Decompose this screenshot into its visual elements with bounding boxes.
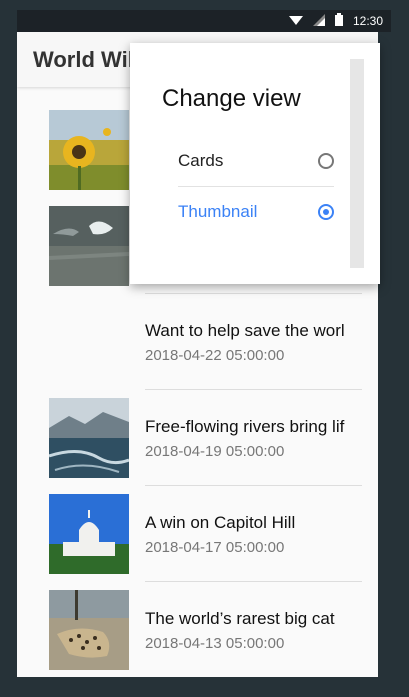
item-date: 2018-04-17 05:00:00	[145, 538, 285, 556]
item-title: Want to help save the world?	[145, 320, 345, 340]
list-item-text: Free-flowing rivers bring life 2018-04-1…	[145, 398, 345, 478]
item-title: A win on Capitol Hill	[145, 512, 296, 532]
list-divider	[145, 581, 362, 582]
option-thumbnail[interactable]: Thumbnail	[178, 187, 334, 237]
option-thumbnail-label: Thumbnail	[178, 202, 258, 221]
item-title: The world’s rarest big cat	[145, 608, 335, 628]
dialog-scrollbar[interactable]	[350, 59, 364, 268]
item-title: Free-flowing rivers bring life	[145, 416, 345, 436]
signal-icon	[312, 13, 325, 29]
list-item[interactable]: The world’s rarest big cat 2018-04-13 05…	[49, 590, 335, 670]
sunflower-image	[49, 110, 129, 190]
capitol-image	[49, 494, 129, 574]
item-date: 2018-04-19 05:00:00	[145, 442, 285, 460]
option-cards-label: Cards	[178, 151, 224, 170]
option-cards[interactable]: Cards	[178, 136, 334, 186]
list-item[interactable]: A win on Capitol Hill 2018-04-17 05:00:0…	[49, 494, 295, 574]
list-item[interactable]: Free-flowing rivers bring life 2018-04-1…	[49, 398, 345, 478]
battery-icon	[334, 13, 343, 29]
list-item-text: Want to help save the world? 2018-04-22 …	[145, 302, 345, 382]
list-divider	[145, 485, 362, 486]
status-bar: 12:30	[17, 10, 391, 32]
radio-thumbnail[interactable]	[318, 204, 334, 220]
list-item-text: A win on Capitol Hill 2018-04-17 05:00:0…	[145, 494, 345, 574]
change-view-dialog: Change view Cards Thumbnail	[130, 43, 380, 284]
dialog-title: Change view	[162, 85, 301, 112]
item-date: 2018-04-22 05:00:00	[145, 346, 285, 364]
dolphin-image	[49, 206, 129, 286]
list-item-text: The world’s rarest big cat 2018-04-13 05…	[145, 590, 345, 670]
list-item[interactable]	[49, 110, 129, 190]
river-image	[49, 398, 129, 478]
item-date: 2018-04-13 05:00:00	[145, 634, 285, 652]
list-item[interactable]	[49, 206, 129, 286]
wifi-icon	[288, 14, 303, 29]
status-time: 12:30	[352, 14, 383, 28]
leopard-image	[49, 590, 129, 670]
list-divider	[145, 293, 362, 294]
radio-cards[interactable]	[318, 153, 334, 169]
list-divider	[145, 389, 362, 390]
